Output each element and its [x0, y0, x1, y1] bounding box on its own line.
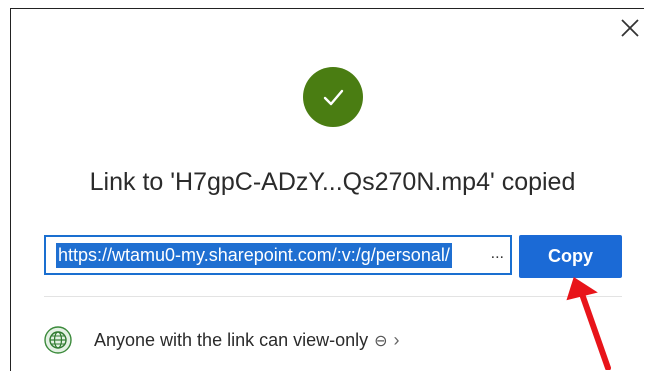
- globe-icon: [44, 326, 72, 354]
- divider: [44, 296, 622, 297]
- permission-text: Anyone with the link can view-only: [94, 330, 369, 350]
- minus-circle-icon: ⊖: [374, 332, 388, 350]
- chevron-right-icon: ›: [393, 330, 400, 350]
- close-icon[interactable]: [619, 17, 641, 39]
- red-arrow-icon: [566, 277, 611, 370]
- link-permission-setting[interactable]: Anyone with the link can view-only ⊖ ›: [94, 330, 400, 351]
- link-value-selected[interactable]: https://wtamu0-my.sharepoint.com/:v:/g/p…: [56, 242, 452, 268]
- success-indicator: [303, 67, 363, 127]
- checkmark-icon: [323, 89, 344, 106]
- copy-button-label: Copy: [548, 246, 593, 266]
- link-input[interactable]: https://wtamu0-my.sharepoint.com/:v:/g/p…: [44, 235, 512, 275]
- link-ellipsis: ...: [490, 245, 504, 262]
- dialog-title: Link to 'H7gpC-ADzY...Qs270N.mp4' copied: [89, 168, 576, 196]
